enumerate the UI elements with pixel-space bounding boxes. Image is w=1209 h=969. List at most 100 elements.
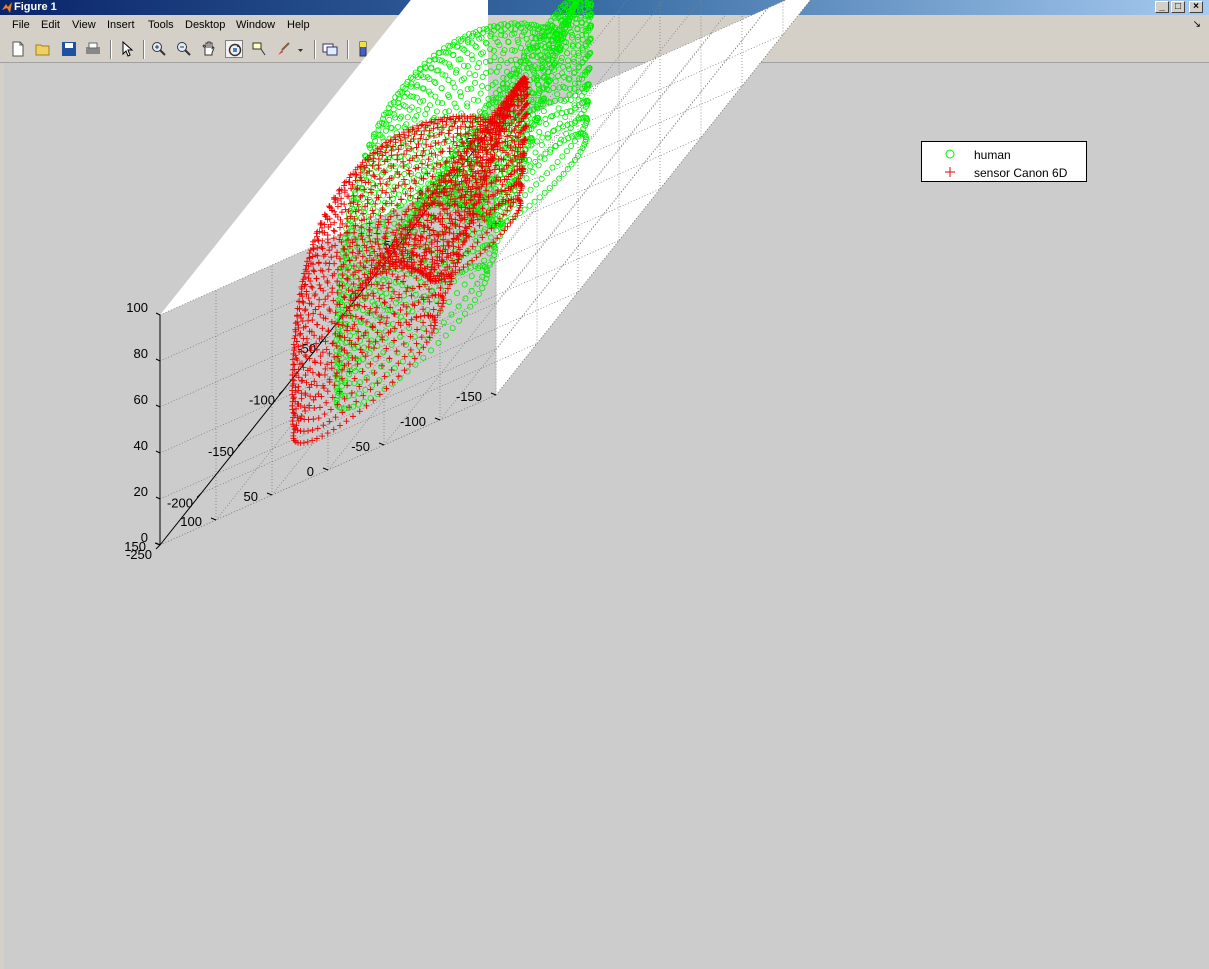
plus-marker [314, 245, 321, 252]
circle-marker [550, 85, 557, 92]
plus-marker [367, 386, 374, 393]
y-tick-mark [378, 442, 385, 446]
plus-marker [385, 284, 392, 291]
plus-marker [305, 311, 312, 318]
plus-marker [351, 375, 358, 382]
y-tick-label: -100 [400, 414, 426, 429]
circle-marker [475, 290, 482, 297]
y-tick-label: 50 [244, 489, 258, 504]
plus-marker [469, 257, 476, 264]
z-tick-label: 60 [134, 392, 148, 407]
plus-marker [381, 373, 388, 380]
circle-marker [500, 50, 507, 57]
plus-marker [326, 418, 333, 425]
circle-marker [517, 44, 524, 51]
plus-marker [290, 361, 297, 368]
plus-marker [315, 371, 322, 378]
circle-marker [396, 296, 403, 303]
x-tick-label: -100 [249, 393, 275, 408]
plus-marker [350, 413, 357, 420]
plus-marker [464, 261, 471, 268]
circle-marker [461, 310, 468, 317]
grid-layer [159, 0, 811, 546]
plus-marker [417, 233, 424, 240]
plus-marker [309, 426, 316, 433]
circle-marker [420, 325, 427, 332]
plus-marker [328, 359, 335, 366]
circle-marker [420, 354, 427, 361]
plus-marker [331, 260, 338, 267]
plus-marker [421, 312, 428, 319]
circle-marker [383, 290, 390, 297]
circle-marker [338, 383, 345, 390]
y-tick-mark [210, 517, 217, 521]
z-tick-mark [155, 496, 161, 500]
plus-marker [310, 416, 317, 423]
plus-marker [325, 328, 332, 335]
plus-marker [413, 313, 420, 320]
circle-marker [428, 347, 435, 354]
plus-marker [301, 307, 308, 314]
circle-marker [554, 91, 561, 98]
plus-marker [376, 295, 383, 302]
plus-marker [302, 407, 309, 414]
plus-marker [319, 325, 326, 332]
plus-marker [383, 345, 390, 352]
circle-marker [562, 84, 569, 91]
circle-marker [495, 63, 502, 70]
legend[interactable]: human sensor Canon 6D [921, 141, 1087, 182]
circle-marker [511, 20, 518, 27]
plus-marker [413, 340, 420, 347]
circle-marker [412, 291, 419, 298]
circle-marker [504, 59, 511, 66]
plus-marker [462, 224, 469, 231]
circle-marker [361, 223, 368, 230]
plus-marker [400, 340, 407, 347]
z-tick-label: 0 [141, 530, 148, 545]
plus-marker [322, 251, 329, 258]
circle-marker [399, 282, 406, 289]
plus-marker [353, 398, 360, 405]
plus-marker [298, 395, 305, 402]
y-tick-mark [434, 417, 441, 421]
plus-marker [349, 249, 356, 256]
plus-marker [320, 301, 327, 308]
plus-marker [294, 318, 301, 325]
y-tick-mark [490, 392, 497, 396]
circle-marker [565, 62, 572, 69]
plus-marker [331, 353, 338, 360]
plus-marker [317, 360, 324, 367]
plus-marker [316, 404, 323, 411]
circle-marker [421, 293, 428, 300]
plus-marker [331, 382, 338, 389]
plus-marker [321, 371, 328, 378]
plus-marker [476, 222, 483, 229]
circle-marker-icon [945, 149, 955, 159]
circle-marker [378, 363, 385, 370]
circle-marker [552, 78, 559, 85]
wall-gridline-z [159, 348, 497, 500]
plus-marker [370, 293, 377, 300]
plus-marker [316, 296, 323, 303]
plus-marker [297, 312, 304, 319]
circle-marker [351, 316, 358, 323]
plus-marker [324, 293, 331, 300]
plus-marker [420, 228, 427, 235]
plus-marker [313, 382, 320, 389]
plus-marker [416, 349, 423, 356]
circle-marker [374, 300, 381, 307]
y-tick-label: -150 [456, 389, 482, 404]
z-tick-label: 100 [126, 300, 148, 315]
plus-marker [311, 404, 318, 411]
circle-marker [571, 80, 578, 87]
circle-marker [341, 287, 348, 294]
z-tick-label: 20 [134, 484, 148, 499]
y-tick-label: 100 [180, 514, 202, 529]
plus-marker [384, 216, 391, 223]
legend-entry-human: human [922, 146, 1086, 164]
plus-marker [291, 361, 298, 368]
circle-marker [356, 331, 363, 338]
plus-marker [328, 254, 335, 261]
plus-marker [363, 402, 370, 409]
circle-marker [491, 54, 498, 61]
